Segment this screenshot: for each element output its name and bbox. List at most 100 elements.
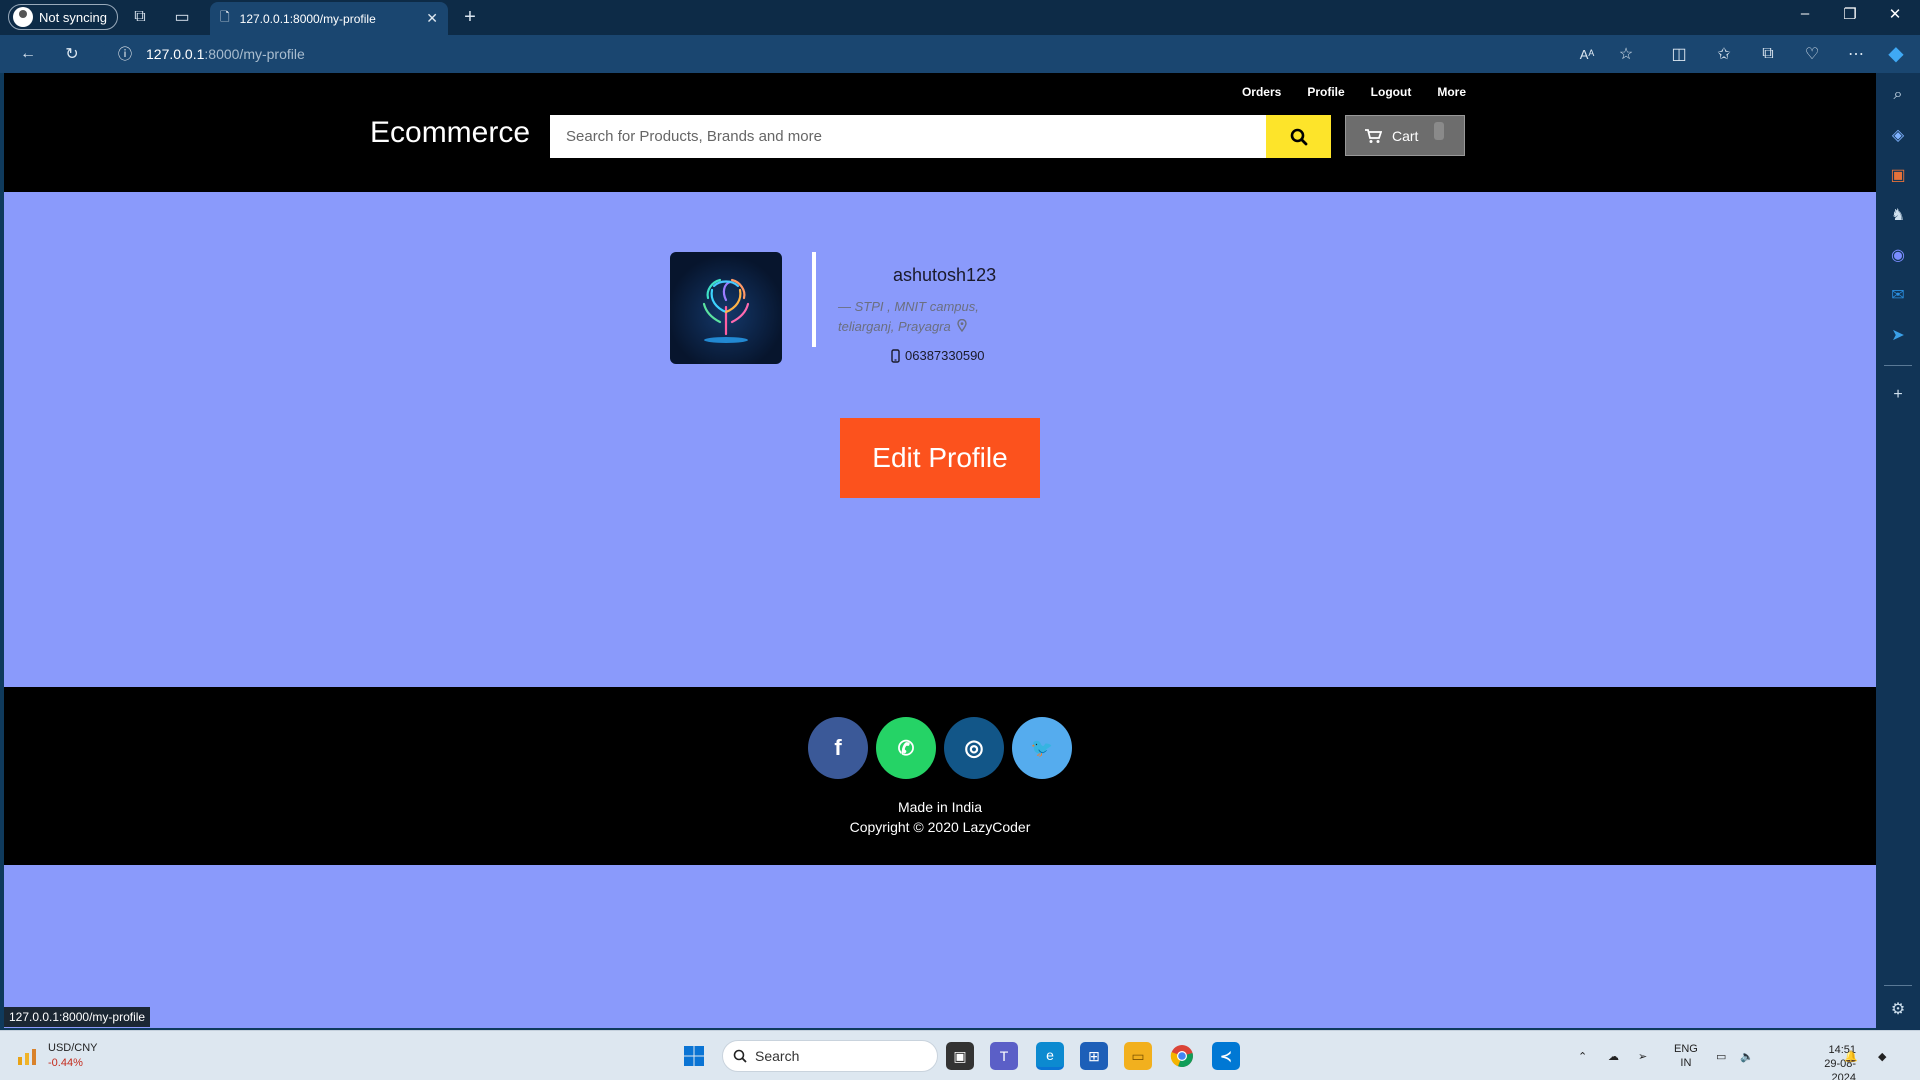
lang-line-2: IN (1680, 1057, 1692, 1069)
social-links: f ✆ ◎ 🐦 (808, 717, 1072, 779)
search-box (550, 115, 1266, 158)
minimize-icon[interactable]: – (1790, 5, 1820, 22)
close-window-icon[interactable]: ✕ (1880, 5, 1910, 23)
edge-browser-icon[interactable]: e (1036, 1042, 1064, 1070)
market-widget[interactable]: USD/CNY -0.44% (16, 1041, 98, 1071)
favorite-star-icon[interactable]: ☆ (1614, 42, 1638, 66)
sidebar-divider (1884, 365, 1912, 366)
taskbar-search[interactable]: Search (722, 1040, 938, 1072)
url-path: :8000/my-profile (204, 46, 305, 62)
address-line-1: — STPI , MNIT campus, (838, 299, 979, 314)
browser-titlebar: Not syncing ⧉ ▭ 🗋 127.0.0.1:8000/my-prof… (0, 0, 1920, 35)
profile-sync-button[interactable]: Not syncing (8, 4, 118, 30)
windows-taskbar: USD/CNY -0.44% Search ▣ T e ⊞ ▭ ≺ ⌃ ☁ ➢ … (0, 1030, 1920, 1080)
active-tab[interactable]: 🗋 127.0.0.1:8000/my-profile ✕ (210, 2, 448, 35)
search-button[interactable] (1266, 115, 1331, 158)
copilot-icon[interactable]: ◆ (1884, 41, 1908, 65)
sync-status-label: Not syncing (39, 9, 107, 25)
nav-more-link[interactable]: More (1437, 85, 1466, 99)
read-aloud-icon[interactable]: Aᴬ (1575, 42, 1599, 66)
taskbar-search-label: Search (755, 1048, 800, 1064)
lang-line-1: ENG (1674, 1043, 1698, 1055)
wifi-icon[interactable]: ▭ (1716, 1031, 1726, 1080)
address-bar[interactable]: ⓘ 127.0.0.1:8000/my-profile (102, 39, 1632, 69)
split-screen-icon[interactable]: ◫ (1667, 42, 1691, 66)
collections-icon[interactable]: ⧉ (1756, 42, 1780, 66)
phone-number: 06387330590 (905, 348, 985, 363)
tab-actions-icon[interactable]: ▭ (170, 5, 194, 29)
cart-button[interactable]: Cart (1345, 115, 1465, 156)
footer-copyright: Copyright © 2020 LazyCoder (849, 819, 1031, 835)
nav-logout-link[interactable]: Logout (1371, 85, 1412, 99)
search-icon[interactable]: ⌕ (1886, 83, 1910, 107)
edit-profile-button[interactable]: Edit Profile (840, 418, 1040, 498)
brand-logo[interactable]: Ecommerce (370, 116, 530, 150)
outlook-icon[interactable]: ✉ (1886, 283, 1910, 307)
copilot-taskbar-icon[interactable]: ◆ (1878, 1031, 1886, 1080)
browser-toolbar: ← ↻ ⓘ 127.0.0.1:8000/my-profile Aᴬ ☆ ◫ ✩… (0, 35, 1920, 73)
nav-profile-link[interactable]: Profile (1307, 85, 1344, 99)
settings-gear-icon[interactable]: ⚙ (1886, 997, 1910, 1021)
site-footer: f ✆ ◎ 🐦 Made in India Copyright © 2020 L… (4, 687, 1876, 865)
teams-icon[interactable]: T (990, 1042, 1018, 1070)
refresh-icon[interactable]: ↻ (60, 42, 84, 66)
send-icon[interactable]: ➤ (1886, 323, 1910, 347)
back-icon[interactable]: ← (16, 42, 40, 66)
page-favicon-icon: 🗋 (220, 10, 230, 24)
cart-label: Cart (1392, 127, 1419, 144)
map-pin-icon (957, 318, 968, 333)
notification-bell-icon[interactable]: 🔔 (1844, 1031, 1858, 1080)
network-cloud-icon[interactable]: ☁ (1608, 1031, 1619, 1080)
games-icon[interactable]: ♞ (1886, 203, 1910, 227)
whatsapp-icon[interactable]: ✆ (876, 717, 936, 779)
tray-overflow-icon[interactable]: ⌃ (1578, 1031, 1587, 1080)
volume-icon[interactable]: 🔈 (1740, 1031, 1754, 1080)
vscode-icon[interactable]: ≺ (1212, 1042, 1240, 1070)
search-icon (1290, 128, 1307, 145)
language-indicator[interactable]: ENG IN (1674, 1031, 1698, 1080)
restore-icon[interactable]: ❐ (1835, 5, 1865, 23)
location-icon[interactable]: ➢ (1638, 1031, 1647, 1080)
cart-icon (1365, 128, 1382, 143)
cart-count-badge (1434, 122, 1444, 140)
shopping-tag-icon[interactable]: ◈ (1886, 123, 1910, 147)
new-tab-icon[interactable]: + (458, 5, 482, 29)
close-tab-icon[interactable]: ✕ (426, 10, 438, 27)
site-header: Orders Profile Logout More Ecommerce Car… (4, 73, 1876, 192)
microsoft-store-icon[interactable]: ⊞ (1080, 1042, 1108, 1070)
facebook-icon[interactable]: f (808, 717, 868, 779)
tools-icon[interactable]: ▣ (1886, 163, 1910, 187)
profile-avatar (670, 252, 782, 364)
task-view-icon[interactable]: ▣ (946, 1042, 974, 1070)
favorites-icon[interactable]: ✩ (1712, 42, 1736, 66)
url-host: 127.0.0.1 (146, 46, 205, 62)
sidebar-divider (1884, 985, 1912, 986)
profile-username: ashutosh123 (893, 265, 997, 285)
twitter-icon[interactable]: 🐦 (1012, 717, 1072, 779)
microsoft-365-icon[interactable]: ◉ (1886, 243, 1910, 267)
site-info-icon[interactable]: ⓘ (118, 44, 132, 64)
workspaces-icon[interactable]: ⧉ (128, 5, 152, 29)
chrome-icon[interactable] (1168, 1042, 1196, 1070)
edge-sidebar: ⌕ ◈ ▣ ♞ ◉ ✉ ➤ + ⚙ (1876, 73, 1920, 1030)
footer-made-in: Made in India (897, 799, 983, 815)
instagram-icon[interactable]: ◎ (944, 717, 1004, 779)
nav-orders-link[interactable]: Orders (1242, 85, 1281, 99)
search-icon (733, 1049, 747, 1063)
top-nav: Orders Profile Logout More (1242, 85, 1466, 99)
windows-start-icon[interactable] (680, 1042, 708, 1070)
user-avatar-icon (13, 7, 33, 27)
status-bar-url: 127.0.0.1:8000/my-profile (4, 1007, 151, 1027)
profile-address: — STPI , MNIT campus, teliarganj, Prayag… (838, 297, 1018, 337)
add-icon[interactable]: + (1886, 383, 1910, 407)
profile-divider (812, 252, 816, 347)
browser-essentials-icon[interactable]: ♡ (1800, 42, 1824, 66)
profile-section: ashutosh123 — STPI , MNIT campus, teliar… (4, 192, 1876, 687)
profile-phone: 06387330590 (891, 348, 985, 363)
tab-title: 127.0.0.1:8000/my-profile (239, 11, 376, 26)
file-explorer-icon[interactable]: ▭ (1124, 1042, 1152, 1070)
currency-chart-icon (16, 1045, 38, 1067)
search-input[interactable] (566, 128, 1266, 145)
mobile-phone-icon (891, 348, 900, 363)
more-menu-icon[interactable]: ⋯ (1844, 42, 1868, 66)
